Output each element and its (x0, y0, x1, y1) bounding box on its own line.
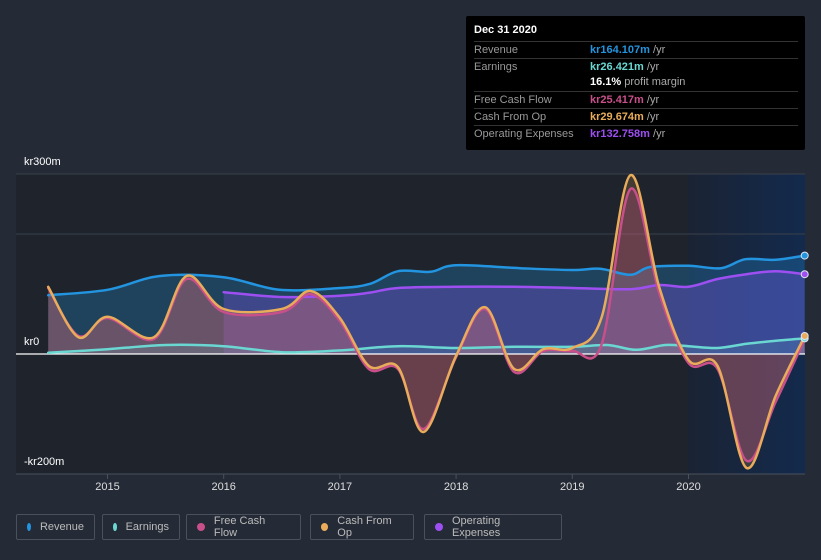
legend-item-operating-expenses[interactable]: Operating Expenses (424, 514, 562, 540)
legend-dot-icon (27, 523, 31, 531)
legend-label: Operating Expenses (451, 515, 501, 539)
x-tick-label: 2020 (676, 481, 701, 493)
cash-from-op-end-marker (800, 332, 809, 340)
y-tick-label-zero: kr0 (24, 336, 40, 348)
tooltip-row: Free Cash Flow kr25.417m /yr (474, 91, 798, 108)
tooltip-row: Earnings kr26.421m /yr (474, 58, 798, 75)
tooltip-label: Free Cash Flow (474, 94, 552, 106)
y-tick-label-top: kr300m (24, 156, 61, 168)
tooltip-value: 16.1% profit margin (590, 76, 686, 88)
tooltip-date: Dec 31 2020 (474, 24, 537, 36)
legend-label: Revenue (39, 521, 84, 533)
legend-label: Cash From Op (337, 515, 392, 539)
legend-item-free-cash-flow[interactable]: Free Cash Flow (186, 514, 301, 540)
legend-dot-icon (321, 523, 329, 531)
tooltip-value: kr132.758m /yr (590, 128, 666, 140)
legend-dot-icon (197, 523, 205, 531)
tooltip-row: Operating Expenses kr132.758m /yr (474, 125, 798, 142)
legend-label: Free Cash Flow (213, 515, 266, 539)
tooltip-panel: Dec 31 2020 Revenue kr164.107m /yr Earning… (466, 16, 805, 150)
legend-item-revenue[interactable]: Revenue (16, 514, 95, 540)
x-tick-label: 2018 (443, 481, 469, 493)
x-tick-label: 2019 (560, 481, 585, 493)
revenue-end-marker (800, 251, 809, 260)
tooltip-row: 16.1% profit margin (474, 74, 798, 90)
legend-label: Earnings (125, 521, 169, 533)
tooltip-value: kr164.107m /yr (590, 44, 666, 56)
tooltip-value: kr29.674m /yr (590, 111, 660, 123)
legend-dot-icon (113, 523, 117, 531)
tooltip-label: Operating Expenses (474, 128, 574, 140)
legend-item-earnings[interactable]: Earnings (102, 514, 180, 540)
tooltip-row: Cash From Op kr29.674m /yr (474, 108, 798, 125)
tooltip-value: kr26.421m /yr (590, 61, 660, 73)
legend-item-cash-from-op[interactable]: Cash From Op (310, 514, 414, 540)
x-tick-label: 2015 (95, 481, 120, 493)
tooltip-label: Cash From Op (474, 111, 547, 123)
operating-expenses-end-marker (800, 270, 809, 279)
tooltip-label: Earnings (474, 61, 518, 73)
tooltip-label: Revenue (474, 44, 519, 56)
tooltip-row: Revenue kr164.107m /yr (474, 41, 798, 58)
tooltip-value: kr25.417m /yr (590, 94, 660, 106)
x-tick-label: 2016 (211, 481, 236, 493)
legend-dot-icon (435, 523, 443, 531)
y-tick-label-bottom: -kr200m (24, 456, 65, 468)
x-tick-label: 2017 (327, 481, 353, 493)
